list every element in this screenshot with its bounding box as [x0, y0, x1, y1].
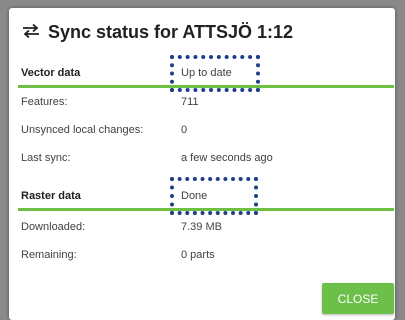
last-sync-value: a few seconds ago	[181, 152, 273, 164]
raster-progress-bar	[18, 208, 394, 211]
last-sync-label: Last sync:	[21, 152, 71, 164]
dialog-title-text: Sync status for ATTSJÖ 1:12	[48, 22, 294, 42]
remaining-label: Remaining:	[21, 249, 77, 261]
raster-data-heading: Raster data	[21, 190, 81, 202]
unsynced-changes-label: Unsynced local changes:	[21, 124, 144, 136]
features-label: Features:	[21, 96, 68, 108]
vector-progress-bar	[18, 85, 394, 88]
vector-data-heading: Vector data	[21, 67, 81, 79]
sync-status-dialog: Sync status for ATTSJÖ 1:12 Vector data …	[9, 8, 395, 320]
features-value: 711	[181, 96, 199, 108]
sync-arrows-icon	[22, 22, 48, 43]
close-button[interactable]: CLOSE	[322, 283, 394, 314]
unsynced-changes-value: 0	[181, 124, 188, 136]
dialog-title: Sync status for ATTSJÖ 1:12	[22, 22, 293, 43]
downloaded-value: 7.39 MB	[181, 221, 222, 233]
downloaded-label: Downloaded:	[21, 221, 86, 233]
remaining-value: 0 parts	[181, 249, 215, 261]
